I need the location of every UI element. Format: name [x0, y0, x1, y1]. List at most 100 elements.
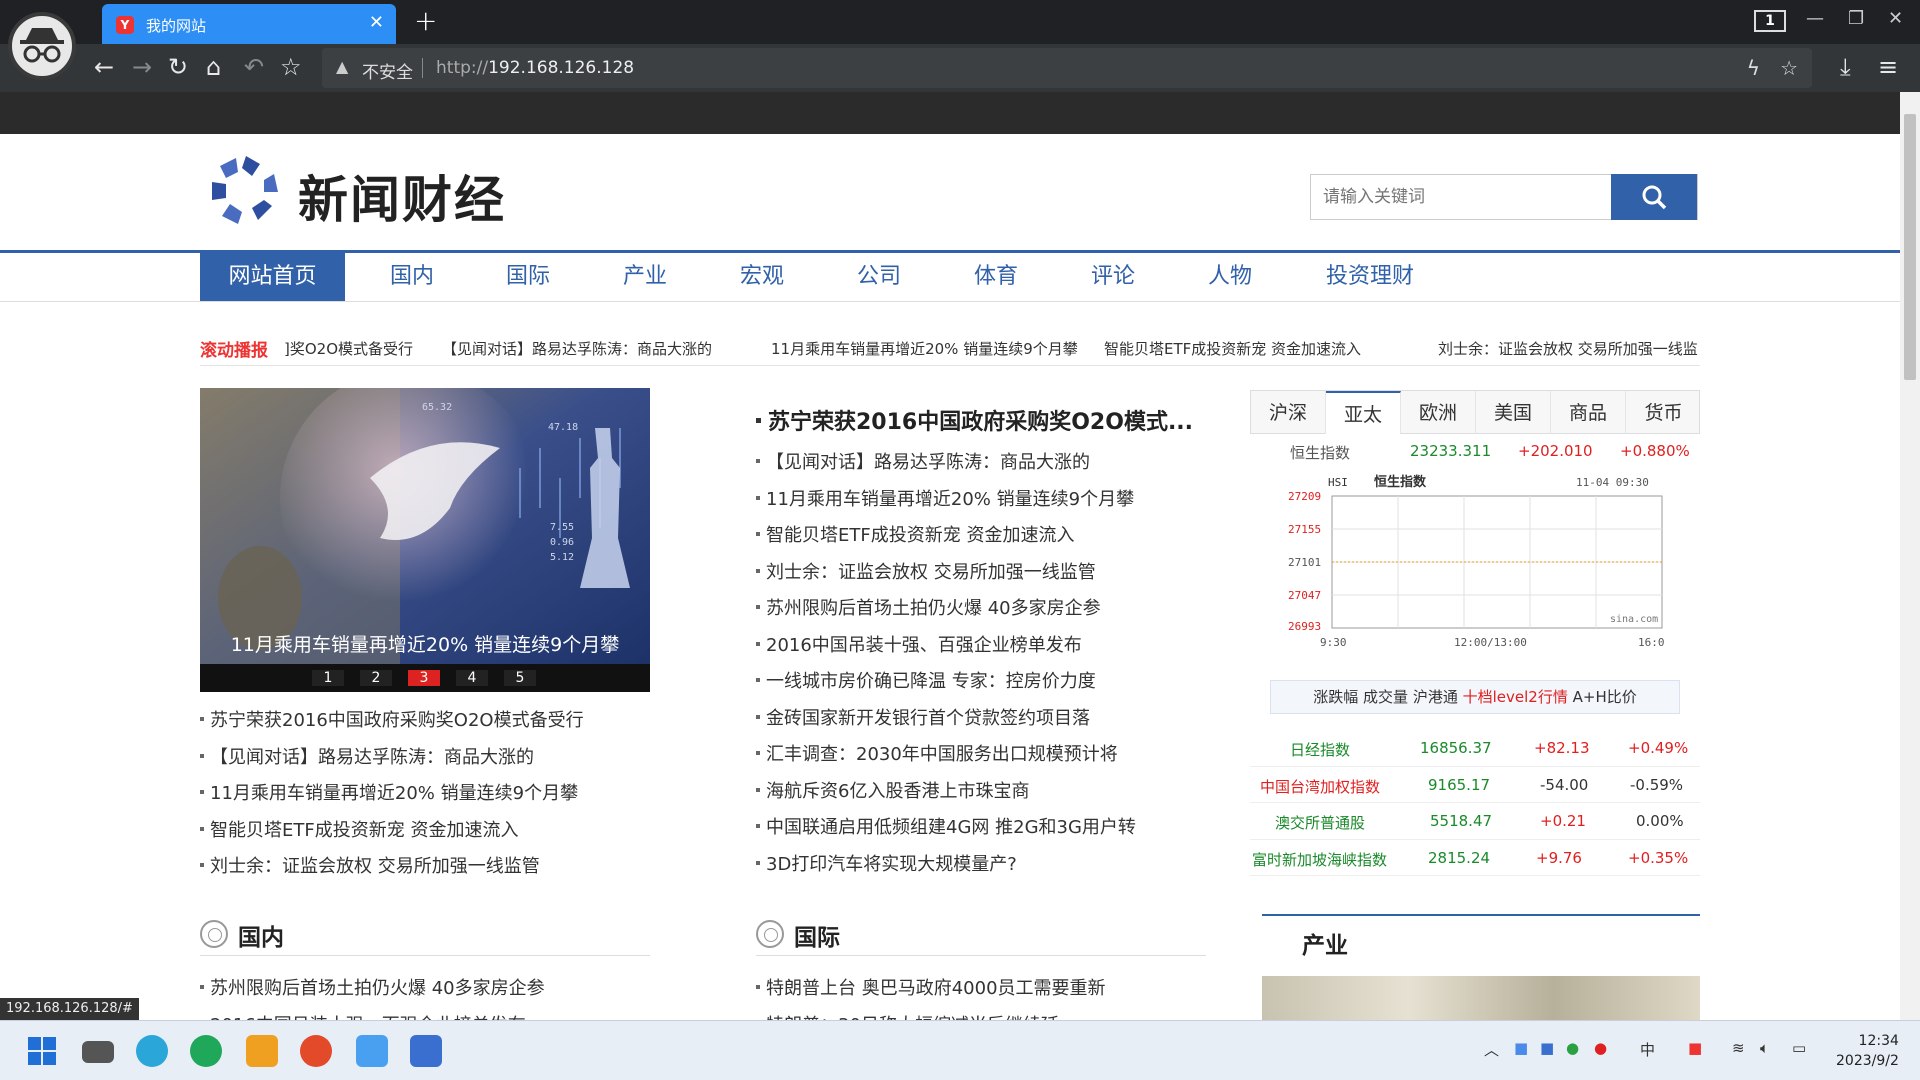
- search-button[interactable]: [1611, 174, 1697, 220]
- tray-expand-icon[interactable]: ︿: [1484, 1039, 1499, 1060]
- list-item[interactable]: 一线城市房价确已降温 专家：控房价力度: [756, 667, 1216, 704]
- nav-domestic[interactable]: 国内: [370, 253, 454, 301]
- tab-commodities[interactable]: 商品: [1551, 391, 1626, 434]
- ticker-item[interactable]: 智能贝塔ETF成投资新宠 资金加速流入: [1104, 338, 1361, 359]
- list-item[interactable]: 2016中国吊装十强、百强企业榜单发布: [200, 1011, 650, 1021]
- bookmark-star-icon[interactable]: ☆: [280, 54, 302, 80]
- headline-slideshow[interactable]: 65.32 47.18 7.55 0.96 5.12 11月乘用车销量再增近20…: [200, 388, 650, 692]
- industry-image[interactable]: [1262, 976, 1700, 1020]
- tab-europe[interactable]: 欧洲: [1401, 391, 1476, 434]
- info-link[interactable]: 沪港通: [1413, 688, 1458, 706]
- tab-currency[interactable]: 货币: [1626, 391, 1701, 434]
- slide-dot[interactable]: 4: [456, 670, 488, 686]
- list-item[interactable]: 金砖国家新开发银行首个贷款签约项目落: [756, 704, 1216, 741]
- menu-icon[interactable]: ≡: [1878, 54, 1898, 80]
- info-link[interactable]: 涨跌幅: [1313, 688, 1358, 706]
- list-item[interactable]: 11月乘用车销量再增近20% 销量连续9个月攀: [756, 485, 1216, 522]
- list-item[interactable]: 特朗普上台 奥巴马政府4000员工需要重新: [756, 974, 1206, 1011]
- hsi-intraday-chart[interactable]: HSI 恒生指数 11-04 09:30 27209 27155 27101 2…: [1284, 472, 1664, 650]
- list-item[interactable]: 刘士余：证监会放权 交易所加强一线监管: [756, 558, 1216, 595]
- tab-count-badge[interactable]: 1: [1754, 10, 1786, 32]
- table-row[interactable]: 富时新加坡海峡指数 2815.24 +9.76 +0.35%: [1250, 840, 1700, 876]
- tab-us[interactable]: 美国: [1476, 391, 1551, 434]
- list-item[interactable]: 11月乘用车销量再增近20% 销量连续9个月攀: [200, 779, 660, 816]
- list-item[interactable]: 3D打印汽车将实现大规模量产?: [756, 850, 1216, 887]
- favorite-star-icon[interactable]: ☆: [1780, 56, 1798, 80]
- nav-macro[interactable]: 宏观: [720, 253, 804, 301]
- forward-icon[interactable]: →: [132, 54, 152, 80]
- address-bar[interactable]: ▲ 不安全 http://192.168.126.128 ϟ ☆: [322, 48, 1812, 88]
- qq-icon[interactable]: ●: [1594, 1039, 1607, 1057]
- list-item[interactable]: 苏宁荣获2016中国政府采购奖O2O模式备受行: [200, 706, 660, 743]
- ime-indicator[interactable]: 中: [1640, 1039, 1655, 1060]
- list-item[interactable]: 苏州限购后首场土拍仍火爆 40多家房企参: [200, 974, 650, 1011]
- task-view-icon[interactable]: [82, 1041, 114, 1063]
- slide-dot-active[interactable]: 3: [408, 670, 440, 686]
- site-logo-text[interactable]: 新闻财经: [298, 160, 506, 232]
- ticker-item[interactable]: ]奖O2O模式备受行: [284, 338, 413, 359]
- app-icon[interactable]: [410, 1035, 442, 1067]
- nav-home[interactable]: 网站首页: [200, 253, 345, 301]
- media-player-icon[interactable]: [190, 1035, 222, 1067]
- app-icon[interactable]: [246, 1035, 278, 1067]
- reload-icon[interactable]: ↻: [168, 54, 188, 80]
- list-item[interactable]: 刘士余：证监会放权 交易所加强一线监管: [200, 852, 660, 889]
- ticker-item[interactable]: 刘士余：证监会放权 交易所加强一线监: [1438, 338, 1698, 359]
- list-item[interactable]: 智能贝塔ETF成投资新宠 资金加速流入: [200, 816, 660, 853]
- close-window-button[interactable]: ✕: [1888, 8, 1903, 29]
- list-item[interactable]: 苏州限购后首场土拍仍火爆 40多家房企参: [756, 594, 1216, 631]
- list-item[interactable]: 2016中国吊装十强、百强企业榜单发布: [756, 631, 1216, 668]
- nav-industry[interactable]: 产业: [603, 253, 687, 301]
- start-windows-icon[interactable]: [28, 1037, 56, 1065]
- nav-sports[interactable]: 体育: [954, 253, 1038, 301]
- list-item[interactable]: 特朗普：30日称大幅缩减当后继续延: [756, 1011, 1206, 1021]
- search-input[interactable]: [1311, 175, 1613, 219]
- section-title[interactable]: 国际: [794, 918, 840, 952]
- list-item[interactable]: 【见闻对话】路易达孚陈涛：商品大涨的: [200, 743, 660, 780]
- incognito-icon[interactable]: [8, 12, 76, 80]
- volume-icon[interactable]: 🔈︎: [1760, 1039, 1769, 1057]
- ticker-item[interactable]: 【见闻对话】路易达孚陈涛：商品大涨的: [442, 338, 712, 359]
- scrollbar-thumb[interactable]: [1904, 114, 1916, 380]
- back-icon[interactable]: ←: [94, 54, 114, 80]
- slide-caption[interactable]: 11月乘用车销量再增近20% 销量连续9个月攀: [200, 630, 650, 657]
- tab-asia-pacific[interactable]: 亚太: [1326, 391, 1401, 434]
- slide-dot[interactable]: 2: [360, 670, 392, 686]
- nav-international[interactable]: 国际: [486, 253, 570, 301]
- new-tab-button[interactable]: +: [414, 4, 437, 37]
- tray-app-icon[interactable]: ■: [1688, 1039, 1702, 1057]
- table-row[interactable]: 澳交所普通股 5518.47 +0.21 0.00%: [1250, 803, 1700, 840]
- section-title[interactable]: 国内: [238, 918, 284, 952]
- tab-shanghai-shenzhen[interactable]: 沪深: [1251, 391, 1326, 434]
- headline-link[interactable]: 苏宁荣获2016中国政府采购奖O2O模式...: [756, 404, 1216, 448]
- wifi-icon[interactable]: ≋: [1732, 1039, 1745, 1057]
- battery-icon[interactable]: ▭: [1792, 1039, 1806, 1057]
- browser-app-icon[interactable]: [136, 1035, 168, 1067]
- list-item[interactable]: 海航斥资6亿入股香港上市珠宝商: [756, 777, 1216, 814]
- list-item[interactable]: 汇丰调查：2030年中国服务出口规模预计将: [756, 740, 1216, 777]
- lightning-icon[interactable]: ϟ: [1747, 56, 1760, 80]
- list-item[interactable]: 智能贝塔ETF成投资新宠 资金加速流入: [756, 521, 1216, 558]
- tray-app-icon[interactable]: ■: [1514, 1039, 1528, 1057]
- info-link[interactable]: A+H比价: [1573, 688, 1637, 706]
- nav-people[interactable]: 人物: [1188, 253, 1272, 301]
- restore-button[interactable]: ❐: [1848, 8, 1864, 29]
- table-row[interactable]: 日经指数 16856.37 +82.13 +0.49%: [1250, 730, 1700, 767]
- nav-comment[interactable]: 评论: [1071, 253, 1155, 301]
- nav-company[interactable]: 公司: [837, 253, 921, 301]
- info-link[interactable]: 成交量: [1363, 688, 1408, 706]
- industry-title[interactable]: 产业: [1302, 926, 1348, 960]
- app-icon[interactable]: [356, 1035, 388, 1067]
- slide-dot[interactable]: 1: [312, 670, 344, 686]
- wechat-icon[interactable]: ●: [1566, 1039, 1579, 1057]
- minimize-button[interactable]: —: [1806, 8, 1824, 29]
- browser-tab[interactable]: Y 我的网站 ✕: [102, 4, 396, 44]
- nav-investment[interactable]: 投资理财: [1310, 253, 1430, 301]
- app-icon[interactable]: [300, 1035, 332, 1067]
- list-item[interactable]: 中国联通启用低频组建4G网 推2G和3G用户转: [756, 813, 1216, 850]
- home-icon[interactable]: ⌂: [206, 54, 221, 80]
- list-item[interactable]: 【见闻对话】路易达孚陈涛：商品大涨的: [756, 448, 1216, 485]
- download-icon[interactable]: ⤓: [1840, 54, 1851, 80]
- level2-link[interactable]: 十档level2行情: [1463, 688, 1568, 706]
- undo-close-icon[interactable]: ↶: [244, 54, 264, 80]
